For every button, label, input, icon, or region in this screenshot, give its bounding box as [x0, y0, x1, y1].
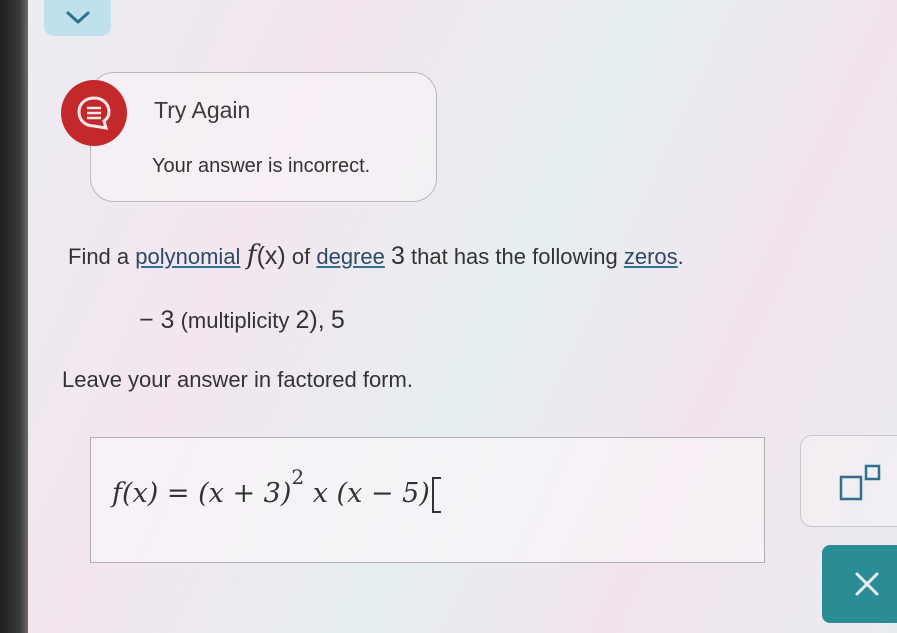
feedback-message: Your answer is incorrect.: [152, 155, 371, 177]
feedback-badge: [61, 80, 127, 146]
function-name: f: [246, 240, 257, 271]
question-text: Find a polynomial f(x) of degree 3 that …: [68, 240, 684, 271]
question-middle: that has the following: [411, 244, 618, 269]
collapse-toggle-button[interactable]: [44, 0, 111, 36]
device-bezel: [0, 0, 28, 633]
answer-expression[interactable]: f(x) = (x + 3)2 x (x − 5): [112, 465, 441, 513]
question-of: of: [291, 244, 311, 269]
superscript-button[interactable]: [838, 463, 888, 503]
feedback-title: Try Again: [154, 97, 251, 123]
multiplicity-value: 2),: [295, 306, 325, 334]
answer-factor-3: (x − 5): [336, 478, 430, 509]
zero-2: 5: [330, 306, 345, 334]
clear-button[interactable]: [822, 545, 897, 623]
superscript-template-icon: [839, 464, 881, 501]
link-degree[interactable]: degree: [316, 244, 385, 269]
answer-lhs-arg: (x): [122, 478, 159, 509]
question-period: .: [677, 244, 684, 269]
zero-1: − 3: [139, 306, 175, 334]
degree-value: 3: [390, 242, 405, 270]
question-prefix: Find a: [68, 244, 130, 269]
zeros-list: − 3 (multiplicity 2), 5: [139, 306, 345, 335]
function-arg: (x): [256, 242, 286, 270]
answer-lhs-f: f: [112, 478, 122, 509]
multiplicity-label: (multiplicity: [180, 308, 290, 333]
answer-factor-1: (x + 3): [198, 478, 292, 509]
close-icon: [855, 572, 879, 596]
answer-equals: =: [166, 478, 190, 509]
instruction-text: Leave your answer in factored form.: [62, 367, 413, 392]
feedback-card: [90, 72, 437, 202]
chevron-down-icon: [66, 11, 89, 24]
text-cursor: [431, 476, 441, 513]
link-zeros[interactable]: zeros: [624, 244, 678, 269]
message-lines-icon: [77, 96, 111, 130]
answer-factor-2: x: [312, 478, 328, 509]
link-polynomial[interactable]: polynomial: [135, 244, 240, 269]
answer-exponent: 2: [291, 465, 305, 489]
